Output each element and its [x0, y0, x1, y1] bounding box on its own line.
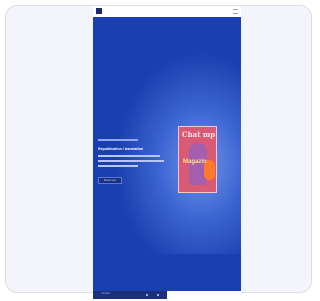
menu-icon[interactable]: [233, 9, 238, 14]
prev-icon[interactable]: [146, 294, 148, 296]
mobile-page-preview: Republication / translation Read more Ch…: [93, 6, 241, 299]
magazine-title: Chat mp: [182, 130, 216, 139]
bottom-panel: [167, 291, 241, 299]
hero-headline: Republication / translation: [98, 147, 144, 151]
hero-kicker: [98, 139, 138, 141]
body-text-line: [98, 160, 164, 162]
magazine-subtitle: Magazin: [183, 159, 207, 165]
body-text-line: [98, 155, 160, 157]
bottom-bar: Contact: [93, 291, 241, 299]
magazine-cover[interactable]: Chat mp Magazin: [178, 126, 217, 193]
footer-label[interactable]: Contact: [101, 292, 110, 295]
read-more-button[interactable]: Read more: [98, 177, 122, 184]
top-bar: [93, 6, 241, 17]
body-text-line: [98, 165, 138, 167]
logo[interactable]: [96, 8, 102, 14]
next-icon[interactable]: [157, 294, 159, 296]
